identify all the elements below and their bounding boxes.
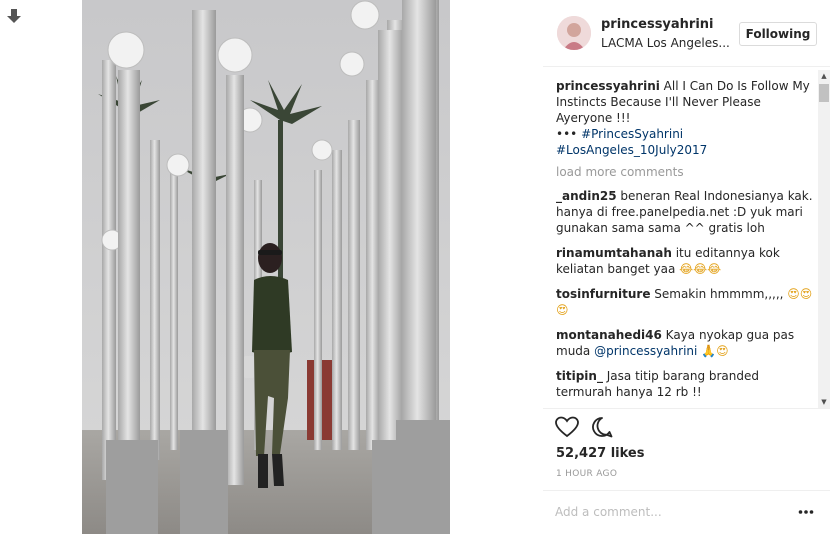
comment-item: montanahedi46 Kaya nyokap gua pas muda @… — [556, 327, 814, 359]
left-margin — [0, 0, 82, 534]
heart-icon[interactable] — [555, 416, 579, 438]
more-options-icon[interactable] — [798, 509, 814, 515]
avatar-image — [557, 16, 591, 50]
pray-emoji-icon: 🙏😍 — [697, 344, 729, 358]
hashtag-link[interactable]: #PrincesSyahrini — [581, 127, 683, 141]
comment-username[interactable]: rinamumtahanah — [556, 246, 672, 260]
download-arrow-icon[interactable] — [6, 8, 22, 24]
scroll-thumb[interactable] — [819, 84, 829, 102]
avatar[interactable] — [557, 16, 591, 50]
comment-item: _andin25 beneran Real Indonesianya kak. … — [556, 188, 814, 236]
post-location[interactable]: LACMA Los Angeles... — [601, 36, 730, 50]
add-comment-input[interactable] — [555, 502, 785, 522]
caption-username[interactable]: princessyahrini — [556, 79, 660, 93]
post-timestamp[interactable]: 1 HOUR AGO — [556, 469, 617, 479]
hashtag-link[interactable]: #LosAngeles_10July2017 — [556, 143, 707, 157]
following-button[interactable]: Following — [739, 22, 817, 46]
comments-scrollbar[interactable]: ▲ ▼ — [818, 70, 830, 408]
comment-username[interactable]: _andin25 — [556, 189, 617, 203]
footer-divider — [543, 490, 830, 491]
comment-item: tosinfurniture Semakin hmmmm,,,,, 😍😍😍 — [556, 286, 814, 318]
comments-list: princessyahrini All I Can Do Is Follow M… — [556, 78, 814, 408]
header-divider — [543, 66, 830, 67]
load-more-comments-link[interactable]: load more comments — [556, 164, 814, 180]
mention-link[interactable]: @princessyahrini — [594, 344, 697, 358]
comment-item: rinamumtahanah itu editannya kok keliata… — [556, 245, 814, 277]
scroll-up-arrow-icon[interactable]: ▲ — [818, 70, 830, 82]
comment-item: titipin_ Jasa titip barang branded termu… — [556, 368, 814, 400]
comment-text: Semakin hmmmm,,,,, — [650, 287, 788, 301]
post-photo — [82, 0, 450, 534]
comment-username[interactable]: montanahedi46 — [556, 328, 662, 342]
laughing-emoji-icon: 😂😂😂 — [679, 262, 722, 276]
comment-bubble-icon[interactable] — [591, 416, 613, 438]
caption-bullets: ••• — [556, 127, 582, 141]
likes-count[interactable]: 52,427 likes — [556, 446, 644, 461]
post-caption: princessyahrini All I Can Do Is Follow M… — [556, 78, 814, 158]
scroll-down-arrow-icon[interactable]: ▼ — [818, 396, 830, 408]
post-photo-image — [82, 0, 450, 534]
post-username[interactable]: princessyahrini — [601, 17, 714, 32]
comment-username[interactable]: tosinfurniture — [556, 287, 650, 301]
comments-divider — [543, 408, 830, 409]
comment-username[interactable]: titipin_ — [556, 369, 603, 383]
